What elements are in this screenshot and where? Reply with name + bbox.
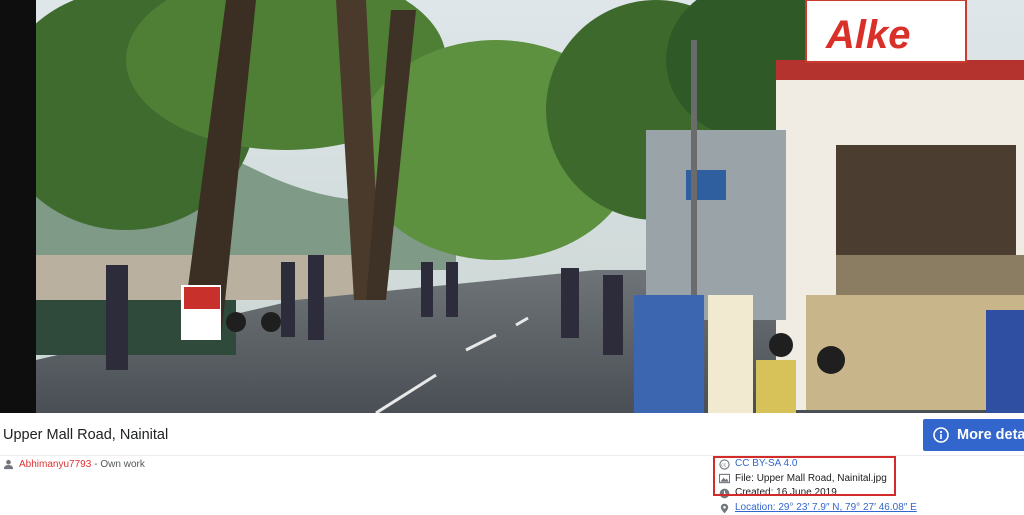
image-file-icon: [719, 474, 730, 484]
license-link[interactable]: CC BY-SA 4.0: [735, 457, 797, 472]
location-value: 29° 23′ 7.9″ N, 79° 27′ 46.08″ E: [778, 501, 917, 513]
author-suffix: - Own work: [94, 459, 145, 470]
svg-text:cc: cc: [721, 462, 727, 468]
location-link[interactable]: Location: 29° 23′ 7.9″ N, 79° 27′ 46.08″…: [735, 501, 917, 515]
divider: [0, 455, 1024, 456]
author-line: Abhimanyu7793 - Own work: [3, 459, 145, 470]
info-icon: [933, 427, 949, 443]
shop-sign-text: Alke: [825, 13, 911, 57]
file-metadata: cc CC BY-SA 4.0 File: Upper Mall Road, N…: [719, 457, 917, 515]
location-label: Location:: [735, 501, 776, 513]
main-photo[interactable]: Alke: [36, 0, 1024, 413]
clock-icon: [719, 488, 730, 499]
cc-license-icon: cc: [719, 459, 730, 470]
license-row: cc CC BY-SA 4.0: [719, 457, 917, 472]
map-pin-icon: [720, 503, 729, 513]
created-date: 16 June 2019: [776, 487, 837, 499]
image-title: Upper Mall Road, Nainital: [3, 427, 169, 443]
created-label: Created:: [735, 487, 774, 499]
user-icon: [3, 459, 14, 470]
file-label: File:: [735, 472, 754, 484]
more-details-button[interactable]: More deta: [923, 419, 1024, 451]
viewer-left-bar: [0, 0, 36, 413]
more-details-label: More deta: [957, 427, 1024, 443]
author-link[interactable]: Abhimanyu7793: [19, 459, 91, 470]
created-row: Created: 16 June 2019: [719, 486, 917, 501]
file-row: File: Upper Mall Road, Nainital.jpg: [719, 472, 917, 487]
file-name: Upper Mall Road, Nainital.jpg: [756, 472, 887, 484]
location-row: Location: 29° 23′ 7.9″ N, 79° 27′ 46.08″…: [719, 501, 917, 515]
